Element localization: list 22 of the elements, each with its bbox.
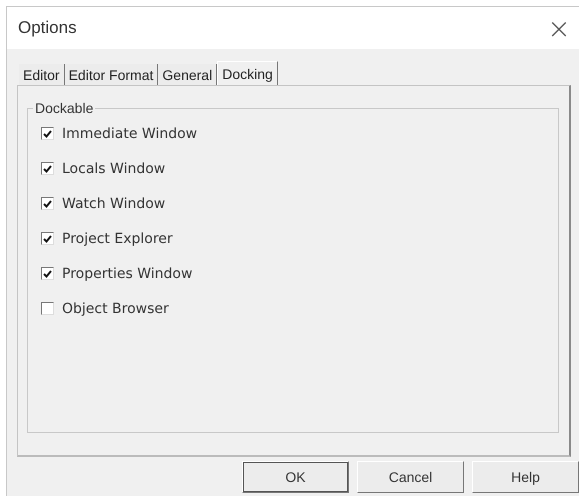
tab[interactable]: Editor Format [64,64,158,85]
tab[interactable]: Docking [217,61,278,85]
checkbox[interactable] [41,127,54,140]
tab[interactable]: Editor [19,64,65,85]
checkbox[interactable] [41,232,54,245]
dialog-button[interactable]: Help [472,461,579,493]
checkbox-label: Properties Window [62,266,192,282]
checkbox-label: Watch Window [62,196,166,212]
checkbox[interactable] [41,197,54,210]
dialog-button[interactable]: Cancel [357,461,464,493]
checkbox-label: Object Browser [62,300,169,316]
checkbox-label: Project Explorer [62,230,173,246]
checkbox[interactable] [41,267,54,280]
checkbox[interactable] [41,162,54,175]
dialog-button[interactable]: OK [242,461,349,493]
group-title: Dockable [34,100,94,116]
checkbox-label: Immediate Window [62,126,198,142]
window-title: Options [18,18,77,38]
checkbox[interactable] [41,302,54,315]
close-button[interactable]: × [539,8,579,48]
tab[interactable]: General [158,64,218,85]
checkbox-label: Locals Window [62,160,166,176]
